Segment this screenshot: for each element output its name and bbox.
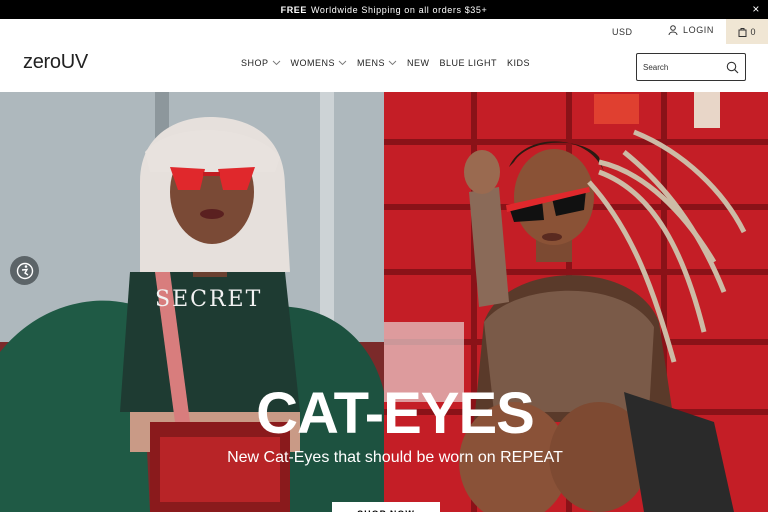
announcement-text: Worldwide Shipping on all orders $35+ bbox=[311, 4, 488, 15]
shop-now-button[interactable]: SHOP NOW bbox=[332, 502, 440, 512]
chevron-down-icon bbox=[388, 60, 397, 66]
nav-item-new[interactable]: NEW bbox=[407, 58, 430, 68]
nav-item-womens[interactable]: WOMENS bbox=[291, 58, 348, 68]
nav-label: MENS bbox=[357, 58, 386, 68]
cart-button[interactable]: 0 bbox=[726, 19, 768, 44]
chevron-down-icon bbox=[272, 60, 280, 66]
login-link[interactable]: LOGIN bbox=[668, 25, 714, 35]
nav-item-mens[interactable]: MENS bbox=[357, 58, 397, 68]
nav-label: WOMENS bbox=[290, 58, 336, 68]
hero-banner[interactable]: SECRET CAT-EYES New Cat-Eyes that should… bbox=[0, 92, 768, 512]
login-label: LOGIN bbox=[683, 25, 715, 35]
accessibility-button[interactable] bbox=[10, 256, 39, 285]
close-icon[interactable]: × bbox=[752, 2, 760, 16]
chevron-down-icon bbox=[338, 60, 347, 66]
user-icon bbox=[668, 25, 678, 35]
search-box[interactable] bbox=[636, 53, 746, 81]
cart-count: 0 bbox=[750, 26, 756, 37]
announcement-bar: FREE Worldwide Shipping on all orders $3… bbox=[0, 0, 768, 19]
hero-subtitle: New Cat-Eyes that should be worn on REPE… bbox=[227, 449, 563, 466]
currency-selector[interactable]: USD bbox=[612, 27, 633, 37]
nav-label: SHOP bbox=[241, 58, 269, 68]
nav-item-kids[interactable]: KIDS bbox=[507, 58, 530, 68]
accessibility-icon bbox=[16, 262, 33, 279]
main-nav: SHOP WOMENS MENS NEW BLUE LIGHT KIDS bbox=[241, 58, 530, 68]
announcement-bold: FREE bbox=[280, 4, 307, 15]
site-header: USD LOGIN 0 zeroUV SHOP WOMENS MENS NEW … bbox=[0, 19, 768, 92]
shirt-print-text: SECRET bbox=[155, 287, 263, 312]
nav-item-blue-light[interactable]: BLUE LIGHT bbox=[440, 58, 498, 68]
site-logo[interactable]: zeroUV bbox=[23, 51, 88, 74]
hero-title: CAT-EYES bbox=[256, 381, 535, 446]
bag-icon bbox=[738, 27, 747, 37]
search-input[interactable] bbox=[643, 62, 723, 72]
search-icon[interactable] bbox=[726, 61, 739, 74]
nav-item-shop[interactable]: SHOP bbox=[241, 58, 281, 68]
